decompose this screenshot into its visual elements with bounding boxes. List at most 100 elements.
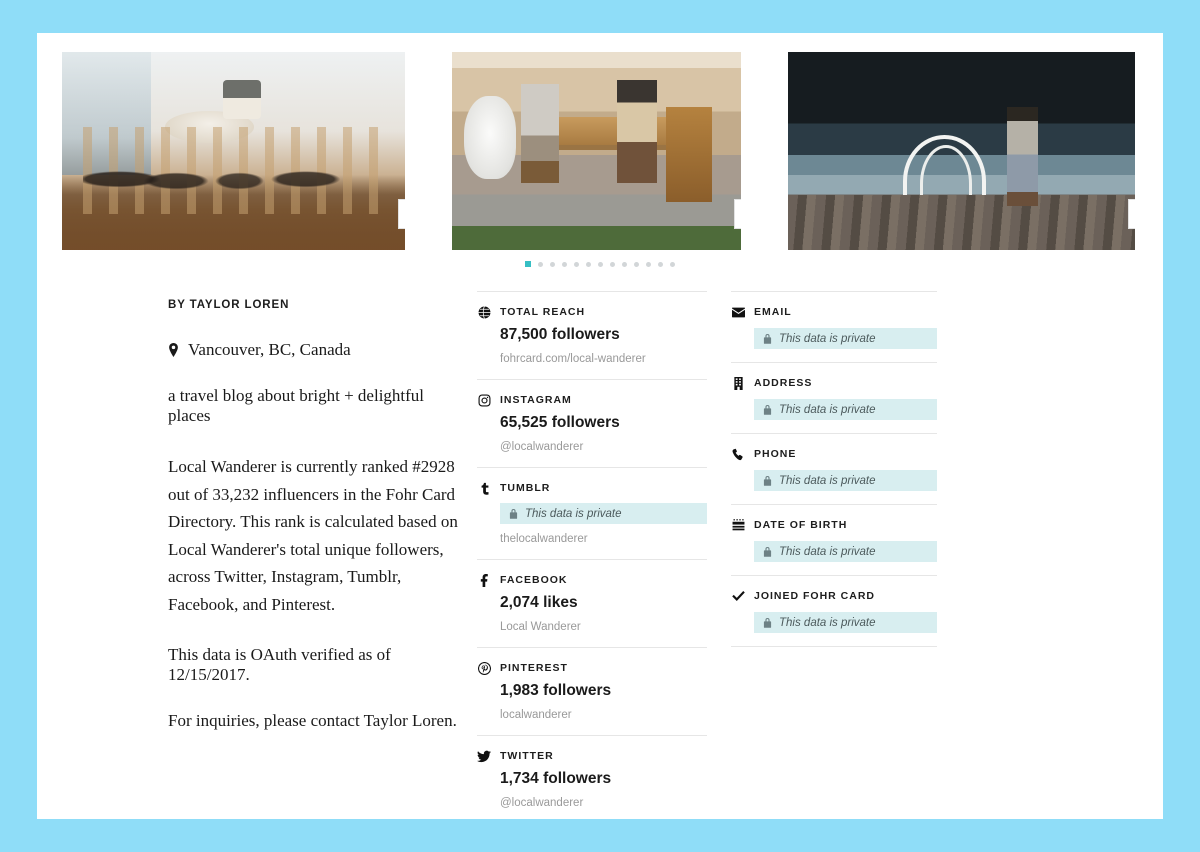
carousel-dot[interactable] — [622, 261, 627, 267]
stat-block-pinterest: PINTEREST 1,983 followers localwanderer — [477, 647, 707, 735]
private-data-text: This data is private — [779, 403, 876, 416]
carousel-image-2 — [452, 52, 741, 250]
location-text: Vancouver, BC, Canada — [188, 340, 351, 359]
stat-handle[interactable]: @localwanderer — [500, 441, 707, 453]
stat-header: INSTAGRAM — [477, 393, 707, 407]
stat-value: 1,734 followers — [500, 770, 612, 787]
lock-icon — [763, 546, 772, 557]
phone-icon — [731, 447, 745, 461]
stat-handle[interactable]: @localwanderer — [500, 797, 707, 809]
image-detail — [1006, 107, 1038, 207]
stat-header: TWITTER — [477, 749, 707, 763]
private-data-field: This data is private — [754, 470, 937, 491]
stat-label: INSTAGRAM — [500, 394, 572, 406]
lock-icon — [763, 404, 772, 415]
stat-label: TUMBLR — [500, 482, 551, 494]
private-data-text: This data is private — [779, 332, 876, 345]
carousel-dot[interactable] — [598, 261, 603, 267]
stat-value: 87,500 followers — [500, 326, 620, 343]
stat-value: 2,074 likes — [500, 594, 578, 611]
pinterest-icon — [477, 661, 491, 675]
lock-icon — [763, 333, 772, 344]
stat-header: TUMBLR — [477, 481, 707, 495]
private-data-field: This data is private — [754, 399, 937, 420]
copy-link-button[interactable] — [398, 199, 405, 229]
verified-note: This data is OAuth verified as of 12/15/… — [168, 645, 391, 685]
stat-block-facebook: FACEBOOK 2,074 likes Local Wanderer — [477, 559, 707, 647]
contact-block-joined-fohr-card: JOINED FOHR CARD This data is private — [731, 575, 937, 647]
carousel-slide[interactable] — [62, 52, 405, 250]
instagram-icon — [477, 393, 491, 407]
stat-block-twitter: TWITTER 1,734 followers @localwanderer — [477, 735, 707, 819]
stat-handle[interactable]: localwanderer — [500, 709, 707, 721]
contact-label: DATE OF BIRTH — [754, 519, 848, 531]
contact-header: PHONE — [731, 447, 937, 461]
location-row: Vancouver, BC, Canada — [168, 340, 459, 360]
contact-label: JOINED FOHR CARD — [754, 590, 876, 602]
stat-handle[interactable]: thelocalwanderer — [500, 533, 707, 545]
bio-column: BY TAYLOR LOREN Vancouver, BC, Canada a … — [37, 291, 477, 819]
image-detail — [521, 83, 559, 183]
contact-label: PHONE — [754, 448, 797, 460]
private-data-text: This data is private — [779, 545, 876, 558]
contact-block-address: ADDRESS This data is private — [731, 362, 937, 433]
building-icon — [731, 376, 745, 390]
stat-label: TWITTER — [500, 750, 554, 762]
private-data-field: This data is private — [754, 541, 937, 562]
stat-block-instagram: INSTAGRAM 65,525 followers @localwanderer — [477, 379, 707, 467]
image-carousel[interactable] — [37, 52, 1163, 250]
carousel-dot[interactable] — [670, 261, 675, 267]
byline: BY TAYLOR LOREN — [168, 299, 290, 311]
stat-handle[interactable]: Local Wanderer — [500, 621, 707, 633]
carousel-dot[interactable] — [646, 261, 651, 267]
facebook-icon — [477, 573, 491, 587]
twitter-icon — [477, 749, 491, 763]
globe-icon — [477, 305, 491, 319]
copy-link-button[interactable] — [734, 199, 741, 229]
carousel-slide[interactable] — [788, 52, 1135, 250]
private-data-text: This data is private — [779, 616, 876, 629]
contact-header: DATE OF BIRTH — [731, 518, 937, 532]
carousel-slide[interactable] — [452, 52, 741, 250]
image-detail — [223, 79, 261, 120]
carousel-dot[interactable] — [586, 261, 591, 267]
stat-block-tumblr: TUMBLR This data is private thelocalwander… — [477, 467, 707, 559]
inquiries-note: For inquiries, please contact Taylor Lor… — [168, 711, 457, 731]
contact-block-email: EMAIL This data is private — [731, 291, 937, 362]
description: Local Wanderer is currently ranked #2928… — [168, 457, 458, 614]
stat-handle[interactable]: fohrcard.com/local-wanderer — [500, 353, 707, 365]
social-stats-column: TOTAL REACH 87,500 followers fohrcard.com/… — [477, 291, 707, 819]
carousel-dot[interactable] — [574, 261, 579, 267]
carousel-dot[interactable] — [658, 261, 663, 267]
lock-icon — [763, 475, 772, 486]
check-icon — [731, 589, 745, 603]
stat-block-total-reach: TOTAL REACH 87,500 followers fohrcard.com/… — [477, 291, 707, 379]
copy-link-button[interactable] — [1128, 199, 1135, 229]
stat-value: 65,525 followers — [500, 414, 620, 431]
lock-icon — [763, 617, 772, 628]
contact-label: EMAIL — [754, 306, 792, 318]
carousel-dot[interactable] — [562, 261, 567, 267]
private-data-text: This data is private — [779, 474, 876, 487]
birthday-cake-icon — [731, 518, 745, 532]
carousel-dot[interactable] — [550, 261, 555, 267]
tumblr-icon — [477, 481, 491, 495]
stat-label: TOTAL REACH — [500, 306, 586, 318]
map-pin-icon — [168, 343, 179, 357]
carousel-pagination-dots[interactable] — [37, 261, 1163, 267]
carousel-dot[interactable] — [538, 261, 543, 267]
envelope-icon — [731, 305, 745, 319]
stat-header: TOTAL REACH — [477, 305, 707, 319]
profile-card: BY TAYLOR LOREN Vancouver, BC, Canada a … — [37, 33, 1163, 819]
contact-block-phone: PHONE This data is private — [731, 433, 937, 504]
carousel-dot[interactable] — [610, 261, 615, 267]
carousel-dot[interactable] — [525, 261, 531, 267]
tagline: a travel blog about bright + delightful … — [168, 386, 425, 425]
stat-label: PINTEREST — [500, 662, 568, 674]
stat-label: FACEBOOK — [500, 574, 568, 586]
carousel-image-1 — [62, 52, 405, 250]
image-detail — [665, 107, 713, 203]
carousel-dot[interactable] — [634, 261, 639, 267]
contact-header: ADDRESS — [731, 376, 937, 390]
stat-value: 1,983 followers — [500, 682, 612, 699]
